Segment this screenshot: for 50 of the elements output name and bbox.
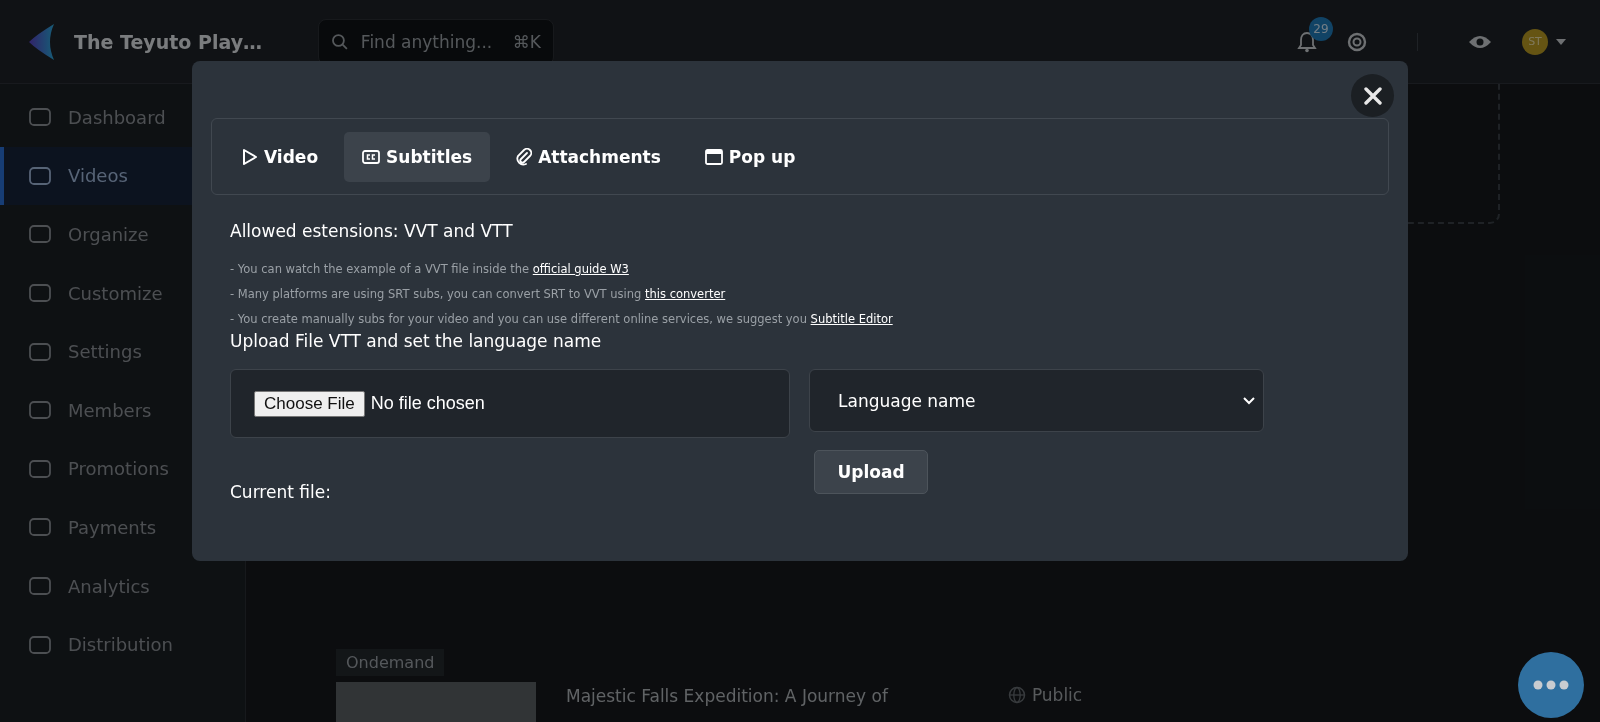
window-icon xyxy=(704,148,723,165)
tab[interactable]: Subtitles xyxy=(344,131,491,182)
help-text: - Many platforms are using SRT subs, you can convert SRT to VVT using this converter xyxy=(230,286,727,303)
section-heading: Allowed estensions: VVT and VTT xyxy=(230,221,514,241)
help-text: - You can watch the example of a VVT file inside the official guide W3 xyxy=(230,261,630,278)
language-select[interactable]: Language name xyxy=(809,369,1264,432)
caret-icon[interactable] xyxy=(1556,38,1566,45)
menu-item-icon xyxy=(28,633,52,656)
video-tag: Ondemand xyxy=(336,649,445,676)
menu-item-icon xyxy=(28,340,52,363)
visibility-text: Public xyxy=(1031,685,1083,705)
help-link[interactable]: this converter xyxy=(645,287,726,301)
file-input[interactable]: Choose File No file chosen xyxy=(230,369,790,438)
closed-captions-icon xyxy=(362,149,381,164)
file-status: No file chosen xyxy=(370,393,485,414)
user-avatar[interactable]: ST xyxy=(1522,28,1548,55)
sidebar-item[interactable]: Analytics xyxy=(0,556,245,616)
eye-icon[interactable] xyxy=(1468,33,1492,50)
menu-item-icon xyxy=(28,575,52,598)
app-title: The Teyuto Play… xyxy=(74,30,263,53)
menu-item-icon xyxy=(28,282,52,305)
globe-icon xyxy=(1007,686,1026,704)
tab[interactable]: Pop up xyxy=(686,131,814,182)
search-icon xyxy=(331,32,349,51)
menu-item-icon xyxy=(28,399,52,422)
menu-item-icon xyxy=(28,164,52,187)
tab[interactable]: Attachments xyxy=(498,131,679,182)
video-title[interactable]: Majestic Falls Expedition: A Journey of xyxy=(566,685,888,707)
menu-item-icon xyxy=(28,223,52,246)
shortcut-hint: ⌘K xyxy=(512,31,541,52)
search-input[interactable]: Find anything... xyxy=(358,30,503,53)
menu-item-icon xyxy=(28,457,52,480)
section-heading: Upload File VTT and set the language name xyxy=(230,331,603,351)
choose-file-button[interactable]: Choose File xyxy=(254,390,365,417)
chevron-down-icon xyxy=(1243,396,1255,405)
ellipsis-icon xyxy=(1533,680,1569,690)
close-button[interactable] xyxy=(1351,74,1394,117)
help-link[interactable]: official guide W3 xyxy=(532,262,629,276)
play-icon xyxy=(242,147,258,166)
menu-item-icon xyxy=(28,516,52,539)
notification-count: 29 xyxy=(1309,16,1333,41)
sidebar-item[interactable]: Distribution xyxy=(0,615,245,674)
paperclip-icon xyxy=(516,147,533,166)
menu-item-icon xyxy=(28,106,52,129)
lifebuoy-icon[interactable] xyxy=(1347,31,1367,52)
help-link[interactable]: Subtitle Editor xyxy=(810,312,893,326)
help-text: - You create manually subs for your video and you can use different online services, we suggest you Subtitle Editor xyxy=(230,311,894,328)
logo-icon xyxy=(28,22,56,61)
upload-button[interactable]: Upload xyxy=(814,450,928,494)
close-icon xyxy=(1363,86,1382,105)
